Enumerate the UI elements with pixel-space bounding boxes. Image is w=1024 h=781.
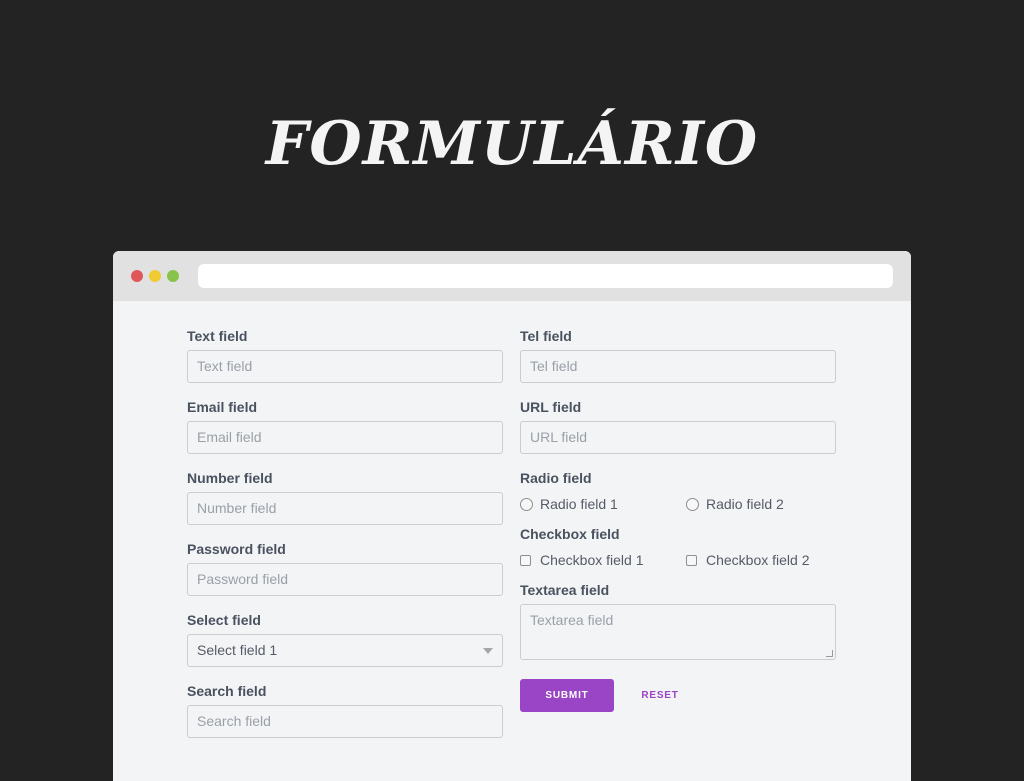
checkbox-option-label: Checkbox field 2 [706, 552, 810, 568]
select-field-group: Select field Select field 1 [187, 609, 503, 667]
radio-option-label: Radio field 2 [706, 496, 784, 512]
resize-handle-icon[interactable] [826, 650, 833, 657]
close-window-dot[interactable] [131, 270, 143, 282]
text-field-input[interactable]: Text field [187, 350, 503, 383]
password-field-input[interactable]: Password field [187, 563, 503, 596]
tel-field-input[interactable]: Tel field [520, 350, 836, 383]
password-field-group: Password field Password field [187, 538, 503, 596]
checkbox-option-2[interactable]: Checkbox field 2 [686, 549, 810, 571]
radio-option-label: Radio field 1 [540, 496, 618, 512]
search-field-label: Search field [187, 683, 267, 699]
radio-option-1[interactable]: Radio field 1 [520, 493, 618, 515]
radio-option-2[interactable]: Radio field 2 [686, 493, 784, 515]
number-field-label: Number field [187, 470, 273, 486]
submit-button[interactable]: SUBMIT [520, 679, 614, 712]
checkbox-option-1[interactable]: Checkbox field 1 [520, 549, 644, 571]
number-field-group: Number field Number field [187, 467, 503, 525]
reset-button[interactable]: RESET [630, 679, 690, 712]
text-field-label: Text field [187, 328, 248, 344]
maximize-window-dot[interactable] [167, 270, 179, 282]
password-field-label: Password field [187, 541, 286, 557]
email-field-input[interactable]: Email field [187, 421, 503, 454]
textarea-placeholder: Textarea field [530, 612, 614, 628]
checkbox-square-icon [520, 555, 531, 566]
url-field-input[interactable]: URL field [520, 421, 836, 454]
window-titlebar [113, 251, 911, 301]
url-field-label: URL field [520, 399, 582, 415]
browser-window: Text field Text field Email field Email … [113, 251, 911, 781]
checkbox-option-label: Checkbox field 1 [540, 552, 644, 568]
checkbox-options: Checkbox field 1 Checkbox field 2 [520, 549, 836, 571]
text-field-group: Text field Text field [187, 325, 503, 383]
select-field-value: Select field 1 [197, 642, 278, 658]
radio-options: Radio field 1 Radio field 2 [520, 493, 836, 515]
textarea-field-label: Textarea field [520, 582, 610, 598]
number-field-input[interactable]: Number field [187, 492, 503, 525]
page-title: FORMULÁRIO [265, 109, 759, 179]
email-field-group: Email field Email field [187, 396, 503, 454]
radio-field-group: Radio field Radio field 1 Radio field 2 [520, 467, 836, 515]
url-field-group: URL field URL field [520, 396, 836, 454]
radio-field-label: Radio field [520, 470, 592, 486]
minimize-window-dot[interactable] [149, 270, 161, 282]
checkbox-square-icon [686, 555, 697, 566]
tel-field-group: Tel field Tel field [520, 325, 836, 383]
search-field-input[interactable]: Search field [187, 705, 503, 738]
select-field-dropdown[interactable]: Select field 1 [187, 634, 503, 667]
search-field-group: Search field Search field [187, 680, 503, 738]
textarea-field-input[interactable]: Textarea field [520, 604, 836, 660]
chevron-down-icon [483, 648, 493, 654]
address-bar[interactable] [198, 264, 893, 288]
tel-field-label: Tel field [520, 328, 572, 344]
textarea-field-group: Textarea field Textarea field [520, 579, 836, 660]
checkbox-field-label: Checkbox field [520, 526, 620, 542]
email-field-label: Email field [187, 399, 258, 415]
radio-circle-icon [520, 498, 533, 511]
select-field-label: Select field [187, 612, 261, 628]
checkbox-field-group: Checkbox field Checkbox field 1 Checkbox… [520, 523, 836, 571]
radio-circle-icon [686, 498, 699, 511]
